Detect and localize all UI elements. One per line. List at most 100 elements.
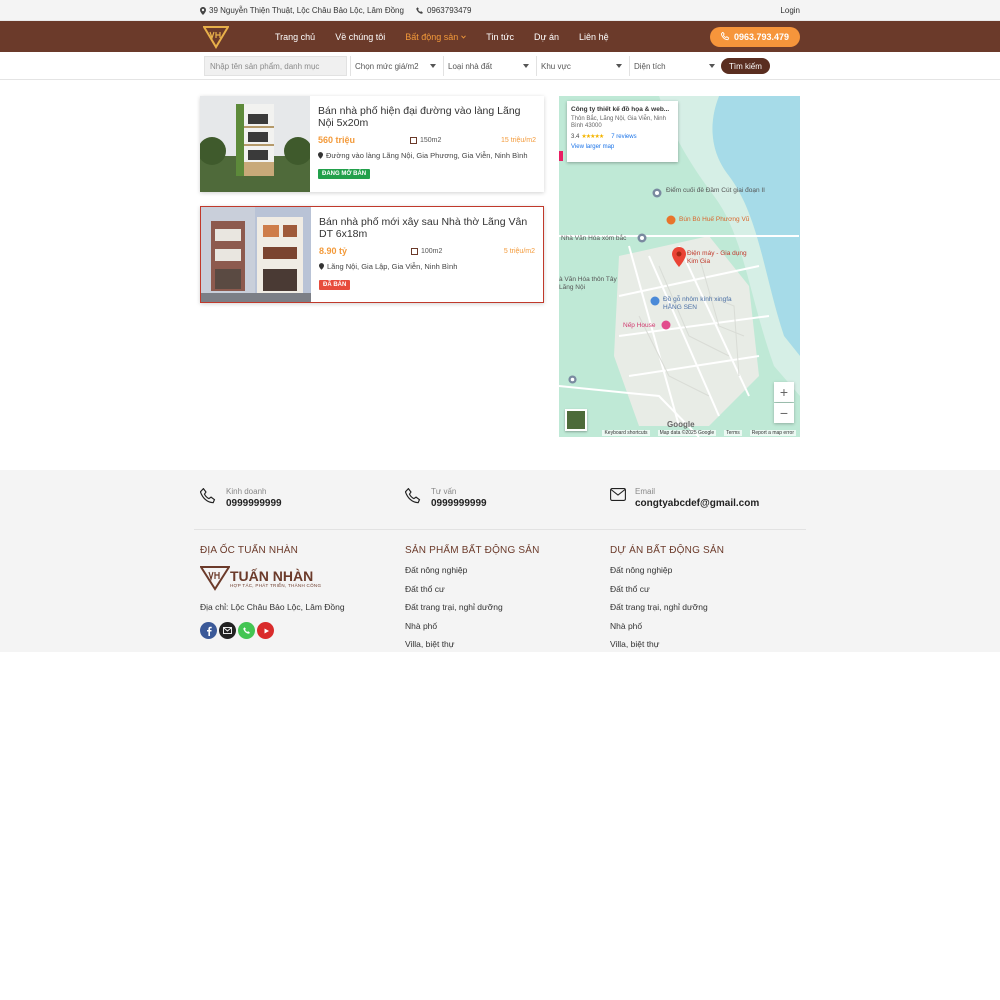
main-header: Trang chủ Về chúng tôi Bất động sản Tin … [0, 21, 1000, 52]
nav-item-label: Bất động sản [405, 31, 459, 42]
search-placeholder: Nhập tên sản phẩm, danh mục [210, 61, 320, 71]
contact-value[interactable]: 0999999999 [431, 498, 487, 509]
search-button[interactable]: Tìm kiếm [721, 58, 770, 74]
address-info: 39 Nguyễn Thiện Thuật, Lộc Châu Bảo Lộc,… [200, 6, 404, 15]
report-map-error-link[interactable]: Report a map error [749, 429, 796, 436]
contact-value[interactable]: 0999999999 [226, 498, 282, 509]
map-place-title: Công ty thiết kế đồ họa & web... [571, 106, 670, 113]
map-marker-icon[interactable] [568, 375, 577, 384]
map-label-nep-house: Nếp House [623, 322, 656, 329]
dropdown-arrow-icon [430, 64, 436, 68]
footer-link[interactable]: Đất thổ cư [610, 584, 724, 603]
map-marker-icon[interactable] [652, 188, 662, 198]
brand-logo-icon [200, 566, 230, 591]
region-select[interactable]: Khu vực [536, 56, 626, 76]
rating-value: 3.4 [571, 133, 580, 140]
footer-col-products: SẢN PHẨM BẤT ĐỘNG SẢN Đất nông nghiệp Đấ… [405, 545, 540, 658]
zoom-out-icon: − [779, 405, 789, 421]
footer-heading: ĐỊA ỐC TUẤN NHÀN [200, 545, 299, 556]
region-select-value: Khu vực [541, 61, 571, 71]
contact-label: Email [635, 487, 656, 496]
map-place-address: Thôn Bắc, Lãng Nội, Gia Viễn, Ninh Bình … [571, 116, 666, 129]
listing-area: 100m2 [411, 247, 442, 255]
footer-link[interactable]: Nhà phố [610, 621, 724, 640]
address-text: 39 Nguyễn Thiện Thuật, Lộc Châu Bảo Lộc,… [209, 6, 404, 15]
footer-col-company: ĐỊA ỐC TUẤN NHÀN TUẤN NHÀN HỢP TÁC, PHÁT… [200, 545, 345, 639]
nav-item-news[interactable]: Tin tức [486, 32, 514, 42]
listing-price: 560 triệu [318, 135, 356, 145]
login-link[interactable]: Login [780, 6, 800, 15]
phone-icon [720, 32, 730, 41]
footer-link[interactable]: Nhà phố [405, 621, 540, 640]
reviews-link[interactable]: 7 reviews [611, 134, 636, 140]
listing-title[interactable]: Bán nhà phố hiện đại đường vào làng Lãng… [318, 105, 536, 129]
footer-heading: DỰ ÁN BẤT ĐỘNG SẢN [610, 545, 725, 556]
footer-heading: SẢN PHẨM BẤT ĐỘNG SẢN [405, 545, 540, 556]
restaurant-marker-icon[interactable] [666, 215, 676, 225]
search-input[interactable]: Nhập tên sản phẩm, danh mục [204, 56, 347, 76]
listing-address-text: Lãng Nội, Gia Lập, Gia Viễn, Ninh Bình [327, 262, 458, 271]
phone-call-icon[interactable] [238, 622, 255, 639]
nav-item-real-estate[interactable]: Bất động sản [405, 31, 467, 42]
star-rating-icon: ★★★★★ [581, 134, 604, 140]
map-marker-icon[interactable] [637, 233, 647, 243]
hotel-marker-icon[interactable] [661, 320, 671, 330]
zoom-in-button[interactable]: + [774, 382, 794, 402]
dropdown-arrow-icon [709, 64, 715, 68]
site-footer: Kinh doanh 0999999999 Tư vấn 0999999999 … [0, 470, 1000, 652]
nav-item-contact[interactable]: Liên hệ [579, 32, 609, 42]
footer-link[interactable]: Villa, biệt thự [405, 639, 540, 658]
listing-price-per-m2: 5 triệu/m2 [503, 247, 535, 255]
listing-title[interactable]: Bán nhà phố mới xây sau Nhà thờ Lãng Vân… [319, 216, 535, 240]
contact-value[interactable]: congtyabcdef@gmail.com [635, 498, 759, 509]
nav-item-about[interactable]: Về chúng tôi [335, 32, 385, 42]
listing-card[interactable]: Bán nhà phố mới xây sau Nhà thờ Lãng Vân… [200, 206, 544, 303]
footer-divider [194, 529, 806, 530]
terms-link[interactable]: Terms [724, 429, 742, 436]
zoom-in-icon: + [779, 384, 789, 400]
listing-card[interactable]: Bán nhà phố hiện đại đường vào làng Lãng… [200, 96, 544, 192]
listing-price-row: 560 triệu 150m2 15 triệu/m2 [318, 135, 536, 145]
listing-image[interactable] [200, 96, 310, 192]
site-logo[interactable] [203, 25, 229, 49]
shop-marker-icon[interactable] [650, 296, 660, 306]
keyboard-shortcuts-link[interactable]: Keyboard shortcuts [602, 429, 650, 436]
map-info-card: Công ty thiết kế đồ họa & web... Thôn Bắ… [567, 101, 678, 162]
footer-link[interactable]: Đất nông nghiệp [405, 565, 540, 584]
hotline-button[interactable]: 0963.793.479 [709, 26, 800, 47]
area-select[interactable]: Diện tích [629, 56, 719, 76]
phone-info[interactable]: 0963793479 [416, 6, 471, 15]
map-data-text: Map data ©2025 Google [657, 429, 717, 436]
location-pin-icon [200, 6, 206, 15]
type-select[interactable]: Loại nhà đất [443, 56, 533, 76]
top-info-bar: 39 Nguyễn Thiện Thuật, Lộc Châu Bảo Lộc,… [0, 0, 1000, 21]
listing-body: Bán nhà phố mới xây sau Nhà thờ Lãng Vân… [311, 207, 543, 302]
price-select[interactable]: Chọn mức giá/m2 [350, 56, 440, 76]
footer-link[interactable]: Villa, biệt thự [610, 639, 724, 658]
area-select-value: Diện tích [634, 61, 666, 71]
footer-link[interactable]: Đất trang trại, nghỉ dưỡng [405, 602, 540, 621]
footer-link[interactable]: Đất nông nghiệp [610, 565, 724, 584]
footer-col-projects: DỰ ÁN BẤT ĐỘNG SẢN Đất nông nghiệp Đất t… [610, 545, 724, 658]
youtube-icon[interactable] [257, 622, 274, 639]
brand-name: TUẤN NHÀN [230, 567, 314, 584]
red-map-pin-icon[interactable] [672, 247, 686, 267]
nav-item-projects[interactable]: Dự án [534, 32, 559, 42]
email-icon[interactable] [219, 622, 236, 639]
nav-item-home[interactable]: Trang chủ [275, 32, 315, 42]
view-larger-map-link[interactable]: View larger map [571, 144, 674, 150]
listing-price-per-m2: 15 triệu/m2 [500, 136, 536, 144]
facebook-icon[interactable] [200, 622, 217, 639]
house-photo [201, 207, 311, 302]
footer-brand-logo[interactable]: TUẤN NHÀN HỢP TÁC, PHÁT TRIỂN, THÀNH CÔN… [200, 565, 345, 591]
status-badge: ĐÃ BÁN [319, 280, 351, 290]
main-content: Bán nhà phố hiện đại đường vào làng Lãng… [200, 96, 800, 437]
contact-email: Email congtyabcdef@gmail.com [610, 487, 759, 509]
zoom-out-button[interactable]: − [774, 403, 794, 423]
footer-link[interactable]: Đất thổ cư [405, 584, 540, 603]
listing-image[interactable] [201, 207, 311, 302]
footer-link[interactable]: Đất trang trại, nghỉ dưỡng [610, 602, 724, 621]
social-links [200, 622, 345, 639]
google-map[interactable]: Công ty thiết kế đồ họa & web... Thôn Bắ… [559, 96, 800, 437]
listing-price-row: 8.90 tỷ 100m2 5 triệu/m2 [319, 246, 535, 256]
